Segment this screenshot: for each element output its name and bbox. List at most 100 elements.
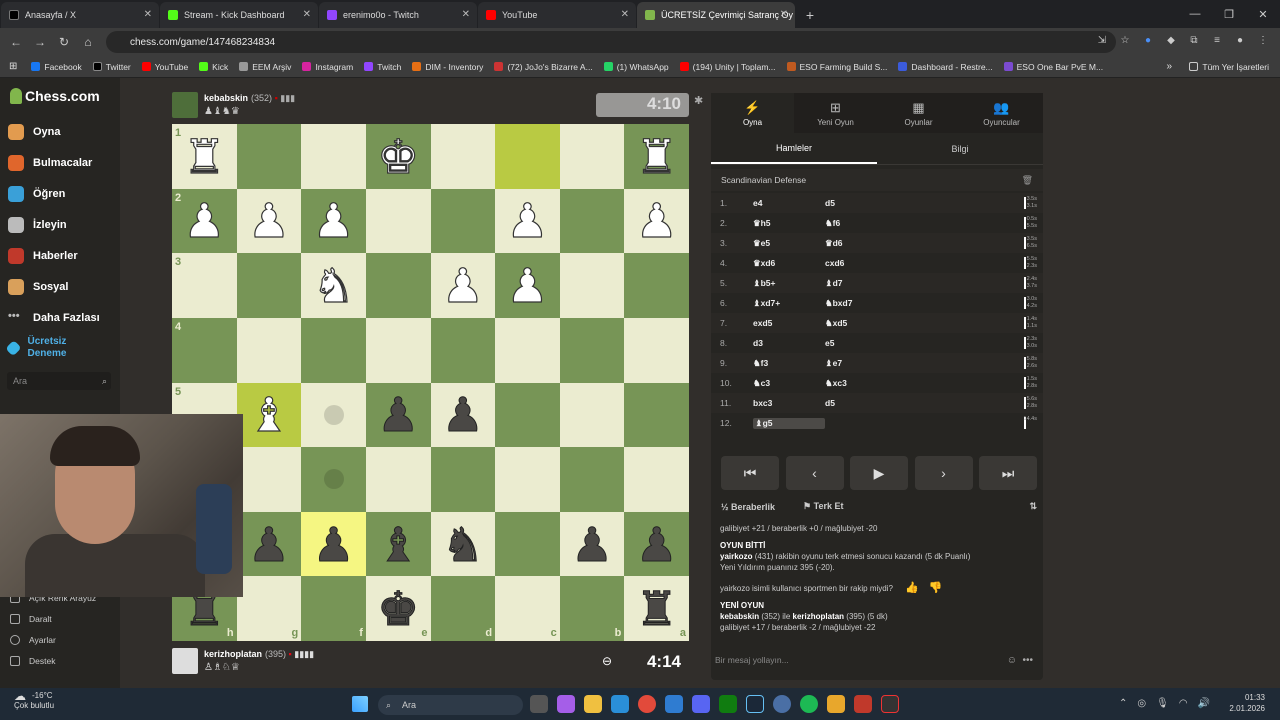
board-square[interactable]: ♟: [365, 382, 431, 448]
bookmark[interactable]: Twitter: [92, 62, 131, 72]
chrome-icon[interactable]: [638, 695, 656, 713]
board-square[interactable]: [301, 447, 366, 512]
bookmark[interactable]: Dashboard - Restre...: [898, 62, 993, 72]
board-square[interactable]: ♞: [301, 253, 366, 318]
board-square[interactable]: [236, 124, 302, 189]
white-move[interactable]: ♝g5: [753, 417, 825, 429]
white-move[interactable]: ♞f3: [753, 358, 825, 369]
sidebar-item-more[interactable]: ••• Daha Fazlası: [8, 310, 100, 326]
bookmark[interactable]: Facebook: [31, 62, 82, 72]
board-square[interactable]: [495, 447, 560, 512]
black-pawn-piece[interactable]: ♟: [635, 520, 678, 568]
bookmark[interactable]: Twitch: [364, 62, 401, 72]
network-icon[interactable]: ◎: [1137, 698, 1146, 709]
app-icon[interactable]: [773, 695, 791, 713]
extension-icon[interactable]: ◆: [1164, 34, 1178, 48]
bookmark[interactable]: Instagram: [302, 62, 353, 72]
black-move[interactable]: d5: [825, 398, 975, 408]
board-square[interactable]: ♟: [495, 188, 560, 254]
black-king-piece[interactable]: ♚: [377, 585, 420, 633]
black-pawn-piece[interactable]: ♟: [312, 520, 355, 568]
more-icon[interactable]: ⋮: [1256, 34, 1270, 48]
white-pawn-piece[interactable]: ♟: [506, 261, 549, 309]
board-square[interactable]: [365, 447, 431, 512]
board-square[interactable]: b: [559, 576, 625, 641]
volume-icon[interactable]: 🔊: [1198, 698, 1210, 709]
board-square[interactable]: ♝: [365, 511, 431, 577]
white-move[interactable]: ♝xd7+: [753, 298, 825, 309]
install-icon[interactable]: ⇲: [1095, 34, 1109, 48]
board-square[interactable]: [236, 447, 302, 512]
white-move[interactable]: ♛e5: [753, 238, 825, 249]
minimize-icon[interactable]: —: [1178, 0, 1212, 28]
board-square[interactable]: [365, 253, 431, 318]
board-square[interactable]: [495, 382, 560, 448]
white-pawn-piece[interactable]: ♟: [312, 197, 355, 245]
steam-icon[interactable]: [746, 695, 764, 713]
resign-button[interactable]: ⚑ Terk Et: [803, 501, 857, 512]
board-square[interactable]: 4: [172, 317, 237, 383]
board-square[interactable]: [301, 382, 366, 448]
profile-avatar[interactable]: ●: [1233, 34, 1247, 48]
url-input[interactable]: chess.com/game/147468234834: [106, 31, 1116, 53]
taskbar-search[interactable]: ⌕ Ara: [378, 695, 523, 715]
board-square[interactable]: ♟: [624, 188, 689, 254]
home-icon[interactable]: ⌂: [76, 35, 100, 49]
avatar[interactable]: [172, 92, 198, 118]
forward-icon[interactable]: →: [28, 35, 52, 49]
mic-icon[interactable]: 🎙: [1156, 698, 1169, 709]
board-square[interactable]: ♞: [430, 511, 496, 577]
board-square[interactable]: [559, 317, 625, 383]
board-square[interactable]: [559, 124, 625, 189]
black-bishop-piece[interactable]: ♝: [377, 520, 420, 568]
more-icon[interactable]: •••: [1022, 655, 1033, 666]
black-move[interactable]: d5: [825, 198, 975, 208]
board-square[interactable]: [365, 188, 431, 254]
discord-icon[interactable]: [692, 695, 710, 713]
close-tab-icon[interactable]: ✕: [303, 9, 311, 20]
board-square[interactable]: [495, 317, 560, 383]
new-tab-button[interactable]: +: [799, 4, 821, 26]
black-pawn-piece[interactable]: ♟: [247, 520, 290, 568]
sidebar-item-puzzles[interactable]: Bulmacalar: [8, 155, 92, 171]
board-square[interactable]: ♟: [301, 188, 366, 254]
sidebar-item-free-trial[interactable]: Ücretsiz Deneme: [5, 336, 98, 360]
legal-move-dot[interactable]: [323, 469, 344, 490]
board-square[interactable]: e ♚: [365, 576, 431, 641]
white-move[interactable]: exd5: [753, 318, 825, 328]
sidebar-item-support[interactable]: Destek: [10, 656, 55, 666]
board-square[interactable]: [430, 447, 496, 512]
black-move[interactable]: ♞xc3: [825, 378, 975, 389]
app-icon[interactable]: [854, 695, 872, 713]
white-move[interactable]: ♛h5: [753, 218, 825, 229]
avatar[interactable]: [172, 648, 198, 674]
white-pawn-piece[interactable]: ♟: [183, 197, 226, 245]
black-pawn-piece[interactable]: ♟: [377, 391, 420, 439]
copilot-icon[interactable]: [557, 695, 575, 713]
tab-play[interactable]: ⚡ Oyna: [711, 93, 794, 133]
board-square[interactable]: [624, 382, 689, 448]
board-square[interactable]: [365, 317, 431, 383]
next-move-button[interactable]: ›: [914, 456, 973, 490]
board-settings-icon[interactable]: ✱: [694, 94, 703, 107]
board-square[interactable]: ♝: [236, 382, 302, 448]
board-square[interactable]: [236, 253, 302, 318]
board-square[interactable]: ♟: [430, 253, 496, 318]
browser-tab[interactable]: YouTube ✕: [478, 2, 636, 28]
bookmark[interactable]: (194) Unity | Toplam...: [679, 62, 776, 72]
white-move[interactable]: ♛xd6: [753, 258, 825, 269]
back-icon[interactable]: ←: [4, 35, 28, 49]
play-button[interactable]: ▶: [850, 456, 908, 490]
white-rook-piece[interactable]: ♜: [635, 132, 678, 180]
vscode-icon[interactable]: [665, 695, 683, 713]
xbox-icon[interactable]: [719, 695, 737, 713]
thumbs-up-icon[interactable]: 👍: [905, 583, 919, 594]
board-square[interactable]: [624, 317, 689, 383]
sidebar-search-input[interactable]: Ara ⌕: [7, 372, 111, 390]
sidebar-item-settings[interactable]: Ayarlar: [10, 635, 56, 645]
board-square[interactable]: ♟: [236, 511, 302, 577]
chat-message-input[interactable]: Bir mesaj yollayın...: [715, 655, 789, 665]
white-rook-piece[interactable]: ♜: [183, 132, 226, 180]
sidebar-item-collapse[interactable]: Daralt: [10, 614, 52, 624]
app-icon[interactable]: [827, 695, 845, 713]
